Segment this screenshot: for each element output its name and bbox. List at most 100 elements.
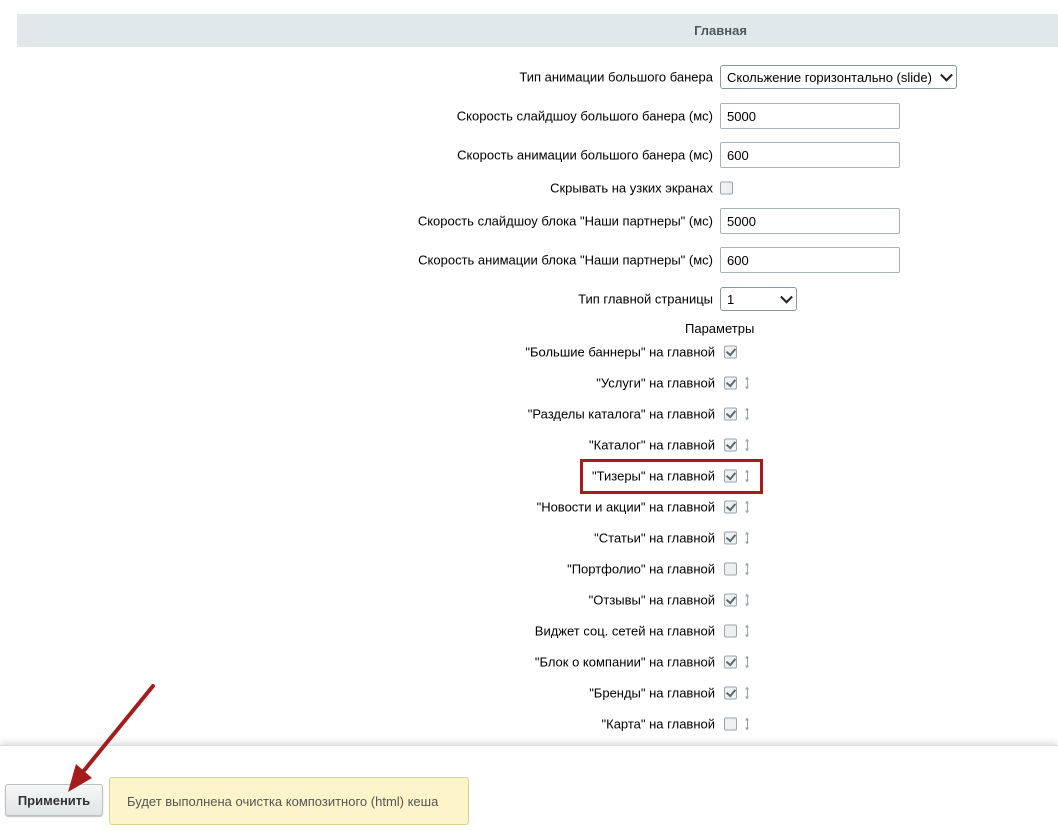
param-row: "Бренды" на главной xyxy=(0,679,1058,707)
param-label: "Бренды" на главной xyxy=(589,685,715,701)
main-page-type-value: 1 xyxy=(727,291,735,307)
drag-handle-icon[interactable] xyxy=(745,593,751,607)
apply-button[interactable]: Применить xyxy=(5,784,103,816)
param-controls xyxy=(724,716,764,732)
param-row: "Карта" на главной xyxy=(0,710,1058,738)
drag-handle-icon[interactable] xyxy=(745,531,751,545)
row-main-page-type: Тип главной страницы 1 xyxy=(0,285,1058,313)
row-partners-slideshow-speed: Скорость слайдшоу блока "Наши партнеры" … xyxy=(0,207,1058,235)
param-checkbox[interactable] xyxy=(724,624,737,638)
main-page-type-label: Тип главной страницы xyxy=(578,291,713,307)
drag-handle-icon[interactable] xyxy=(745,717,751,731)
param-label: "Блок о компании" на главной xyxy=(534,654,715,670)
param-row: "Услуги" на главной xyxy=(0,369,1058,397)
section-title: Главная xyxy=(694,23,747,38)
param-row: "Новости и акции" на главной xyxy=(0,493,1058,521)
param-label: "Каталог" на главной xyxy=(589,437,715,453)
param-checkbox[interactable] xyxy=(724,562,737,576)
param-checkbox[interactable] xyxy=(724,376,737,390)
param-controls xyxy=(724,468,764,484)
drag-handle-icon[interactable] xyxy=(745,655,751,669)
param-label: "Тизеры" на главной xyxy=(592,468,715,484)
cache-notice: Будет выполнена очистка композитного (ht… xyxy=(109,777,469,825)
param-checkbox[interactable] xyxy=(724,655,737,669)
drag-handle-icon[interactable] xyxy=(745,407,751,421)
drag-handle-icon[interactable] xyxy=(745,562,751,576)
params-title: Параметры xyxy=(685,321,755,336)
param-label: "Статьи" на главной xyxy=(594,530,715,546)
param-row: "Портфолио" на главной xyxy=(0,555,1058,583)
param-label: "Разделы каталога" на главной xyxy=(527,406,715,422)
settings-page: Главная Тип анимации большого банера Ско… xyxy=(0,0,1058,837)
param-checkbox[interactable] xyxy=(724,531,737,545)
param-controls xyxy=(724,375,764,391)
param-label: "Большие баннеры" на главной xyxy=(525,344,715,360)
param-checkbox[interactable] xyxy=(724,469,737,483)
param-checkbox[interactable] xyxy=(724,593,737,607)
param-controls xyxy=(724,437,764,453)
param-label: "Карта" на главной xyxy=(601,716,716,732)
row-banner-animation-type: Тип анимации большого банера Скольжение … xyxy=(0,63,1058,91)
partners-slideshow-speed-label: Скорость слайдшоу блока "Наши партнеры" … xyxy=(417,213,713,229)
param-checkbox[interactable] xyxy=(724,345,737,359)
drag-handle-icon[interactable] xyxy=(745,686,751,700)
partners-animation-speed-label: Скорость анимации блока "Наши партнеры" … xyxy=(418,252,713,268)
param-label: "Отзывы" на главной xyxy=(588,592,715,608)
banner-animation-speed-label: Скорость анимации большого банера (мс) xyxy=(457,147,713,163)
param-controls xyxy=(724,561,764,577)
drag-handle-icon[interactable] xyxy=(745,438,751,452)
partners-slideshow-speed-input[interactable]: 5000 xyxy=(720,208,900,234)
param-checkbox[interactable] xyxy=(724,438,737,452)
param-checkbox[interactable] xyxy=(724,717,737,731)
param-row: "Блок о компании" на главной xyxy=(0,648,1058,676)
banner-animation-type-value: Скольжение горизонтально (slide) xyxy=(727,69,932,85)
row-banner-animation-speed: Скорость анимации большого банера (мс) 6… xyxy=(0,141,1058,169)
chevron-down-icon xyxy=(940,68,953,82)
section-header: Главная xyxy=(17,14,1058,47)
drag-handle-icon[interactable] xyxy=(745,376,751,390)
param-controls xyxy=(724,499,764,515)
param-controls xyxy=(724,623,764,639)
partners-animation-speed-input[interactable]: 600 xyxy=(720,247,900,273)
param-row: Виджет соц. сетей на главной xyxy=(0,617,1058,645)
param-label: "Новости и акции" на главной xyxy=(536,499,715,515)
banner-animation-speed-input[interactable]: 600 xyxy=(720,142,900,168)
chevron-down-icon xyxy=(780,290,793,304)
param-row: "Каталог" на главной xyxy=(0,431,1058,459)
banner-animation-speed-value[interactable]: 600 xyxy=(720,142,900,168)
banner-animation-type-select[interactable]: Скольжение горизонтально (slide) xyxy=(720,65,957,89)
partners-animation-speed-value[interactable]: 600 xyxy=(720,247,900,273)
hide-narrow-checkbox[interactable] xyxy=(720,181,733,195)
main-page-type-select[interactable]: 1 xyxy=(720,287,797,311)
param-controls xyxy=(724,592,764,608)
drag-handle-icon[interactable] xyxy=(745,624,751,638)
drag-handle-icon[interactable] xyxy=(745,469,751,483)
param-row: "Тизеры" на главной xyxy=(0,462,1058,490)
param-label: "Услуги" на главной xyxy=(596,375,715,391)
banner-animation-type-label: Тип анимации большого банера xyxy=(519,69,713,85)
param-label: "Портфолио" на главной xyxy=(567,561,715,577)
param-controls xyxy=(724,654,764,670)
hide-narrow-label: Скрывать на узких экранах xyxy=(550,180,713,196)
param-controls xyxy=(724,406,764,422)
row-banner-slideshow-speed: Скорость слайдшоу большого банера (мс) 5… xyxy=(0,102,1058,130)
param-controls xyxy=(724,344,764,360)
row-hide-narrow: Скрывать на узких экранах xyxy=(0,174,1058,202)
param-row: "Разделы каталога" на главной xyxy=(0,400,1058,428)
cache-notice-text: Будет выполнена очистка композитного (ht… xyxy=(127,793,439,809)
drag-handle-icon[interactable] xyxy=(745,500,751,514)
row-partners-animation-speed: Скорость анимации блока "Наши партнеры" … xyxy=(0,246,1058,274)
param-label: Виджет соц. сетей на главной xyxy=(534,623,715,639)
banner-slideshow-speed-value[interactable]: 5000 xyxy=(720,103,900,129)
hide-narrow-field xyxy=(720,180,760,196)
param-controls xyxy=(724,530,764,546)
banner-slideshow-speed-label: Скорость слайдшоу большого банера (мс) xyxy=(456,108,713,124)
partners-slideshow-speed-value[interactable]: 5000 xyxy=(720,208,900,234)
param-row: "Отзывы" на главной xyxy=(0,586,1058,614)
param-row: "Большие баннеры" на главной xyxy=(0,338,1058,366)
param-controls xyxy=(724,685,764,701)
param-checkbox[interactable] xyxy=(724,407,737,421)
banner-slideshow-speed-input[interactable]: 5000 xyxy=(720,103,900,129)
param-checkbox[interactable] xyxy=(724,500,737,514)
param-checkbox[interactable] xyxy=(724,686,737,700)
